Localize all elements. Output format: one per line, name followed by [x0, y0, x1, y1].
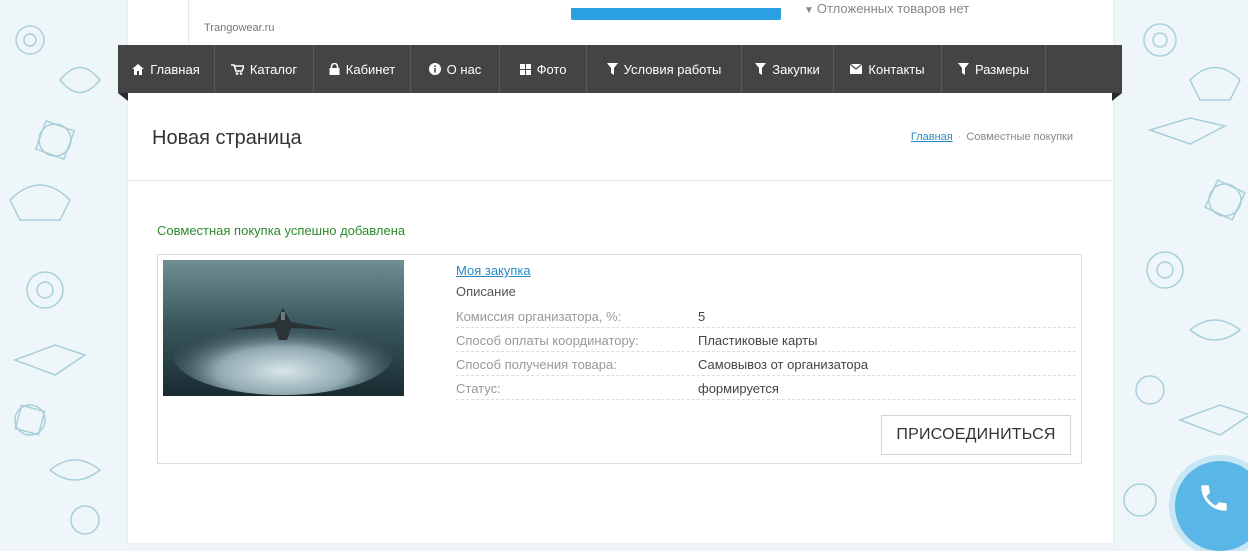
nav-label: Контакты [868, 61, 925, 77]
deferred-status-text: Отложенных товаров нет [816, 3, 970, 16]
phone-icon [1201, 485, 1227, 511]
caret-down-icon: ▼ [804, 5, 814, 16]
nav-item-cabinet[interactable]: Кабинет [314, 45, 411, 93]
purchase-card: Моя закупка Описание Комиссия организато… [157, 254, 1082, 464]
header-divider [188, 0, 189, 44]
prop-key: Способ оплаты координатору: [456, 333, 639, 348]
nav-item-sizes[interactable]: Размеры [942, 45, 1046, 93]
filter-icon [755, 63, 767, 75]
filter-icon [606, 63, 618, 75]
breadcrumb-current: Совместные покупки [966, 131, 1073, 143]
prop-row-commission: Комиссия организатора, %: 5 [456, 305, 1076, 328]
nav-label: Каталог [249, 61, 298, 77]
nav-label: Фото [536, 61, 567, 77]
cart-icon [230, 63, 244, 75]
purchase-image [163, 260, 404, 396]
nav-item-contacts[interactable]: Контакты [834, 45, 942, 93]
lock-icon [329, 63, 340, 75]
page-title: Новая страница [152, 127, 302, 149]
prop-key: Способ получения товара: [456, 357, 617, 372]
nav-item-home[interactable]: Главная [118, 45, 215, 93]
home-icon [132, 63, 145, 75]
deferred-items-status: ▼ Отложенных товаров нет [804, 3, 969, 17]
purchase-description: Описание [456, 284, 516, 299]
prop-key: Комиссия организатора, %: [456, 309, 622, 324]
main-nav: Главная Каталог Кабинет О нас Фото Услов… [118, 45, 1122, 101]
prop-value: Самовывоз от организатора [698, 357, 869, 372]
info-icon [428, 63, 441, 75]
prop-value: Пластиковые карты [698, 333, 818, 348]
prop-value: формируется [698, 381, 779, 396]
breadcrumb-home-link[interactable]: Главная [911, 131, 953, 143]
prop-row-status: Статус: формируется [456, 377, 1076, 400]
prop-row-payment: Способ оплаты координатору: Пластиковые … [456, 329, 1076, 352]
breadcrumb: Главная · Совместные покупки [911, 131, 1073, 143]
page-header: Новая страница Главная · Совместные покупк… [128, 93, 1113, 181]
prop-row-delivery: Способ получения товара: Самовывоз от ор… [456, 353, 1076, 376]
nav-item-purchases[interactable]: Закупки [742, 45, 834, 93]
search-bar-accent [571, 8, 781, 20]
nav-label: Кабинет [345, 61, 396, 77]
site-link[interactable]: Trangowear.ru [204, 22, 275, 34]
envelope-icon [850, 64, 863, 74]
nav-label: О нас [446, 61, 482, 77]
nav-label: Условия работы [623, 61, 722, 77]
nav-label: Закупки [772, 61, 820, 77]
nav-label: Размеры [974, 61, 1030, 77]
nav-item-photo[interactable]: Фото [500, 45, 587, 93]
nav-item-terms[interactable]: Условия работы [587, 45, 742, 93]
join-button[interactable]: ПРИСОЕДИНИТЬСЯ [881, 415, 1071, 455]
success-message: Совместная покупка успешно добавлена [157, 223, 406, 238]
purchase-title-link[interactable]: Моя закупка [456, 263, 531, 278]
prop-key: Статус: [456, 381, 501, 396]
grid-icon [519, 63, 531, 75]
filter-icon [957, 63, 969, 75]
nav-item-about[interactable]: О нас [411, 45, 500, 93]
nav-label: Главная [150, 61, 200, 77]
nav-item-catalog[interactable]: Каталог [215, 45, 314, 93]
breadcrumb-separator: · [957, 131, 962, 143]
prop-value: 5 [698, 309, 706, 324]
